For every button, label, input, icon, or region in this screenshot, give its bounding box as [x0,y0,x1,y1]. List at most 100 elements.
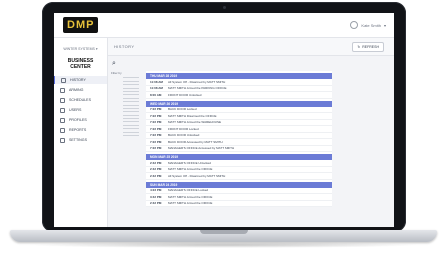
users-icon [60,107,65,113]
filter-line [123,107,139,109]
laptop-base [10,230,437,242]
main-content: HISTORY ↻ REFRESH ⌕ Filter by THU MAR 28… [108,38,394,227]
event-text: MATT SMITH Armed the OFFICE [168,167,213,172]
laptop-shadow [26,242,421,248]
laptop-screen: DMP Kate Smith ▾ WINTER SYSTEMS ▾ BUSINE… [54,13,394,227]
filter-line [123,135,139,137]
filter-line [123,87,139,89]
filter-line [123,131,139,133]
event-text: MATT SMITH Armed the OFFICE [168,201,213,206]
dmp-logo: DMP [63,17,99,33]
event-text: MATT SMITH Armed the OFFICE [168,194,213,199]
sidebar-item-reports[interactable]: REPORTS [54,126,107,134]
event-row[interactable]: 2:42 PM MATT SMITH Armed the OFFICE [146,201,332,207]
sidebar-item-history[interactable]: HISTORY [54,76,107,84]
event-row[interactable]: 7:22 PM MANAGER'S OFFICE Accessed by MATT… [146,146,332,152]
page-title: HISTORY [114,44,135,49]
event-text: All System Off - Disarmed by MATT SMITH [168,173,226,178]
event-time: 7:22 PM [150,139,162,144]
event-text: MATT SMITH Disarmed the OFFICE [168,113,217,118]
event-text: MATT SMITH Armed the PARKING OFFICE [168,86,227,91]
filter-line [123,121,139,123]
event-row[interactable]: 8:00 AM FRONT DOOR Unlocked [146,92,332,99]
system-selector-label: WINTER SYSTEMS [63,47,95,51]
sidebar-item-label: PROFILES [69,118,87,122]
user-menu[interactable]: Kate Smith ▾ [350,21,386,29]
event-time: 2:42 PM [150,167,162,172]
event-time: 7:22 PM [150,107,162,112]
event-text: MANAGER'S OFFICE Locked [168,188,209,193]
event-time: 7:22 PM [150,120,162,125]
event-time: 7:22 PM [150,113,162,118]
sidebar-item-label: ARMING [69,88,84,92]
refresh-button[interactable]: ↻ REFRESH [352,42,384,52]
filter-line [123,111,139,113]
event-text: BACK DOOR Unlocked [168,133,200,138]
filter-line [123,101,139,103]
history-log: THU MAR 28 2019 11:08 AM All System Off - … [146,71,332,207]
filter-line [123,84,139,86]
history-icon [61,77,66,83]
filter-line [123,94,139,96]
event-time: 2:42 PM [150,160,162,165]
event-time: 2:42 PM [150,173,162,178]
event-time: 3:42 PM [150,194,162,199]
filter-line [123,124,139,126]
event-text: BACK DOOR Accessed by MATT SMITH [168,139,223,144]
event-time: 2:42 PM [150,201,162,206]
event-time: 7:22 PM [150,133,162,138]
refresh-icon: ↻ [357,45,361,49]
filter-line [123,118,139,120]
camera-icon [222,6,226,9]
event-time: 7:22 PM [150,126,162,131]
event-text: MATT SMITH Armed the WAREHOUSE [168,120,221,125]
filter-line [123,97,139,99]
sidebar-item-label: REPORTS [69,128,87,132]
event-time: 8:00 AM [150,92,162,97]
sidebar-nav: HISTORY ARMING SCHEDULES USERS PROFILES REPOR… [54,76,107,144]
sidebar-item-arming[interactable]: ARMING [54,86,107,94]
event-time: 4:23 PM [150,188,162,193]
refresh-label: REFRESH [362,45,379,49]
sidebar: WINTER SYSTEMS ▾ BUSINESS CENTER HISTORY… [54,38,108,227]
event-text: All System Off - Disarmed by MATT SMITH [168,79,226,84]
logo: DMP [63,17,99,33]
laptop-notch [199,230,248,234]
event-text: BACK DOOR Locked [168,107,197,112]
filter-line [123,104,139,106]
top-bar: DMP Kate Smith ▾ [54,13,394,38]
search-icon[interactable]: ⌕ [112,60,116,68]
user-name: Kate Smith [361,22,381,28]
sidebar-item-label: SETTINGS [69,138,87,142]
sidebar-item-label: SCHEDULES [69,98,91,102]
filter-label: Filter by [111,71,122,75]
gear-icon [60,137,65,143]
event-text: FRONT DOOR Unlocked [168,92,202,97]
filter-line [123,77,139,79]
system-name: BUSINESS CENTER [67,58,94,70]
event-text: FRONT DOOR Locked [168,126,199,131]
profile-icon [60,117,65,123]
folder-icon [60,127,65,133]
event-time: 11:08 AM [150,86,163,91]
system-selector[interactable]: WINTER SYSTEMS ▾ [59,47,102,51]
filter-line [123,114,139,116]
sidebar-item-users[interactable]: USERS [54,106,107,114]
filter-line [123,90,139,92]
filter-line [123,80,139,82]
sidebar-item-settings[interactable]: SETTINGS [54,136,107,144]
sidebar-item-schedules[interactable]: SCHEDULES [54,96,107,104]
event-text: MANAGER'S OFFICE Accessed by MATT SMITH [168,146,235,151]
event-time: 7:22 PM [150,146,162,151]
calendar-icon [60,97,65,103]
event-text: MANAGER'S OFFICE Unlocked [168,160,211,165]
user-icon [350,21,359,29]
lock-icon [60,87,65,93]
filter-line [123,128,139,130]
sidebar-item-profiles[interactable]: PROFILES [54,116,107,124]
sidebar-item-label: HISTORY [70,78,86,82]
sidebar-item-label: USERS [69,108,82,112]
page-header: HISTORY ↻ REFRESH [108,38,394,56]
event-time: 11:08 AM [150,79,163,84]
event-row[interactable]: 2:42 PM All System Off - Disarmed by MATT… [146,173,332,180]
